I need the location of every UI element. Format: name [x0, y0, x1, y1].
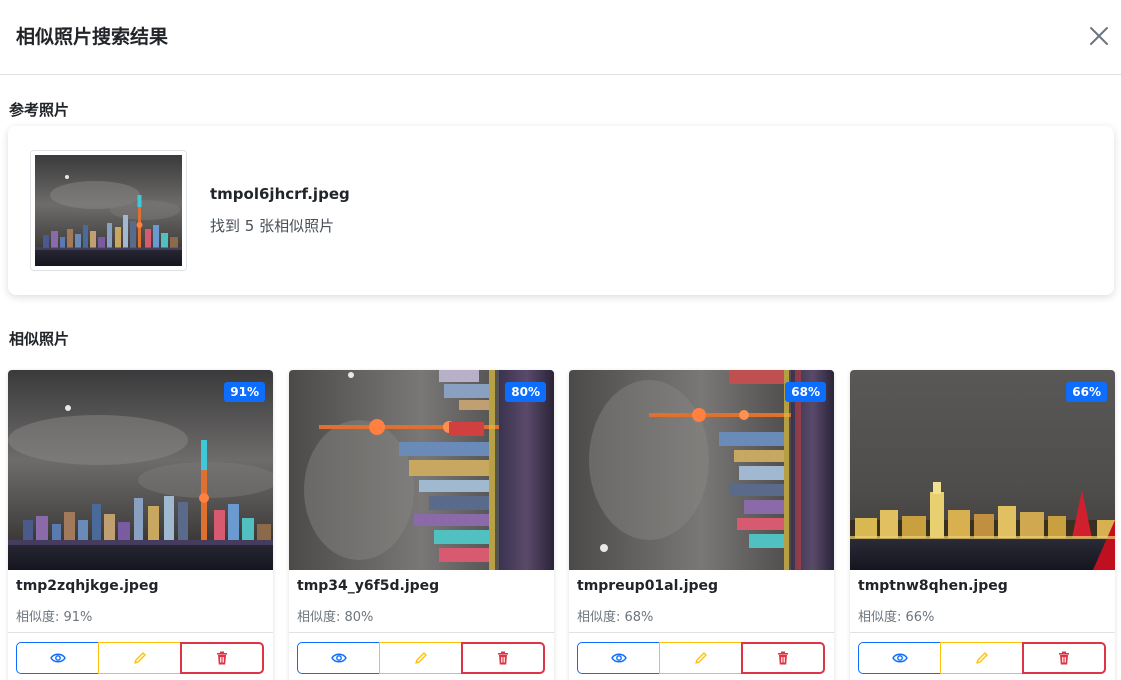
photo-card: 66% tmptnw8qhen.jpeg 相似度: 66% — [850, 370, 1115, 680]
close-button[interactable] — [1088, 25, 1110, 47]
photo-card: 91% tmp2zqhjkge.jpeg 相似度: 91% — [8, 370, 273, 680]
edit-button[interactable] — [659, 642, 742, 674]
view-button[interactable] — [16, 642, 99, 674]
eye-icon — [330, 653, 347, 663]
photo-similarity: 相似度: 80% — [297, 610, 374, 625]
reference-photo — [35, 155, 182, 266]
similar-count-text: 找到 5 张相似照片 — [210, 217, 335, 235]
photo-filename: tmp2zqhjkge.jpeg — [16, 578, 159, 594]
delete-button[interactable] — [180, 642, 264, 674]
card-divider — [569, 632, 834, 633]
pencil-icon — [975, 652, 988, 664]
delete-button[interactable] — [741, 642, 825, 674]
delete-button[interactable] — [461, 642, 545, 674]
reference-thumbnail[interactable] — [30, 150, 187, 271]
trash-icon — [498, 651, 508, 665]
close-icon — [1090, 27, 1108, 45]
modal-title: 相似照片搜索结果 — [16, 26, 169, 48]
photo-card: 68% tmpreup01al.jpeg 相似度: 68% — [569, 370, 834, 680]
eye-icon — [891, 653, 908, 663]
view-button[interactable] — [577, 642, 660, 674]
trash-icon — [1059, 651, 1069, 665]
photo-similarity: 相似度: 91% — [16, 610, 93, 625]
photo-similarity: 相似度: 66% — [858, 610, 935, 625]
delete-button[interactable] — [1022, 642, 1106, 674]
trash-icon — [217, 651, 227, 665]
similarity-badge: 66% — [1066, 382, 1107, 402]
photo-similarity: 相似度: 68% — [577, 610, 654, 625]
edit-button[interactable] — [98, 642, 181, 674]
photo-filename: tmptnw8qhen.jpeg — [858, 578, 1008, 594]
similarity-badge: 80% — [505, 382, 546, 402]
modal-header: 相似照片搜索结果 — [0, 0, 1121, 75]
view-button[interactable] — [858, 642, 941, 674]
similarity-badge: 91% — [224, 382, 265, 402]
card-divider — [850, 632, 1115, 633]
pencil-icon — [694, 652, 707, 664]
pencil-icon — [133, 652, 146, 664]
photo-filename: tmp34_y6f5d.jpeg — [297, 578, 440, 594]
trash-icon — [778, 651, 788, 665]
reference-filename: tmpol6jhcrf.jpeg — [210, 185, 350, 203]
view-button[interactable] — [297, 642, 380, 674]
photo-filename: tmpreup01al.jpeg — [577, 578, 719, 594]
similarity-badge: 68% — [785, 382, 826, 402]
edit-button[interactable] — [940, 642, 1023, 674]
eye-icon — [610, 653, 627, 663]
reference-card: tmpol6jhcrf.jpeg 找到 5 张相似照片 — [8, 126, 1114, 295]
card-divider — [8, 632, 273, 633]
pencil-icon — [414, 652, 427, 664]
card-divider — [289, 632, 554, 633]
reference-section-title: 参考照片 — [9, 101, 70, 119]
eye-icon — [49, 653, 66, 663]
edit-button[interactable] — [379, 642, 462, 674]
photo-card: 80% tmp34_y6f5d.jpeg 相似度: 80% — [289, 370, 554, 680]
similar-section-title: 相似照片 — [9, 330, 70, 348]
